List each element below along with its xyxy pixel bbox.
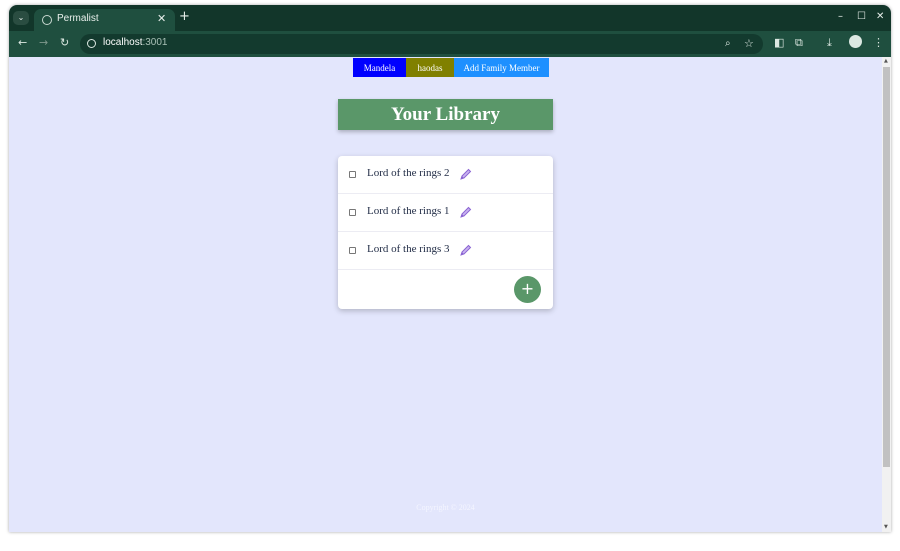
site-info-icon[interactable] xyxy=(87,39,96,48)
library-heading-box: Your Library xyxy=(338,99,553,130)
tab-search-button[interactable]: ⌄ xyxy=(13,11,29,25)
tab-title: Permalist xyxy=(57,13,99,24)
menu-kebab-icon[interactable]: ⋮ xyxy=(873,36,884,50)
browser-window: ⌄ Permalist ✕ + – ☐ ✕ ← → ↻ localhost:30… xyxy=(9,5,891,532)
list-item: Lord of the rings 3 xyxy=(338,232,553,270)
new-tab-button[interactable]: + xyxy=(179,10,190,24)
item-title: Lord of the rings 3 xyxy=(367,243,450,255)
item-title: Lord of the rings 2 xyxy=(367,167,450,179)
address-bar[interactable]: localhost:3001 ⌕ ☆ xyxy=(80,34,763,54)
page-scrollbar[interactable]: ▲ ▼ xyxy=(882,57,891,532)
add-family-member-button[interactable]: Add Family Member xyxy=(454,58,549,77)
scrollbar-thumb[interactable] xyxy=(883,67,890,467)
browser-toolbar: ← → ↻ localhost:3001 ⌕ ☆ ◧ ⧉ ⤓ ⋮ xyxy=(9,31,891,57)
profile-avatar-icon[interactable] xyxy=(849,35,862,48)
scroll-up-arrow-icon[interactable]: ▲ xyxy=(884,58,888,64)
scroll-down-arrow-icon[interactable]: ▼ xyxy=(884,524,888,530)
pencil-icon[interactable] xyxy=(459,243,473,257)
puzzle-icon[interactable]: ⧉ xyxy=(795,36,803,50)
url-text: localhost:3001 xyxy=(103,37,168,48)
bookmark-star-icon[interactable]: ☆ xyxy=(744,37,754,51)
list-item: Lord of the rings 1 xyxy=(338,194,553,232)
globe-icon xyxy=(42,15,52,25)
list-item: Lord of the rings 2 xyxy=(338,156,553,194)
close-window-button[interactable]: ✕ xyxy=(876,11,884,22)
reload-icon[interactable]: ↻ xyxy=(60,36,69,50)
add-item-button[interactable]: + xyxy=(514,276,541,303)
tab-permalist[interactable]: Permalist ✕ xyxy=(34,9,175,31)
footer-copyright: Copyright © 2024 xyxy=(416,503,475,512)
book-list-card: Lord of the rings 2 Lord of the rings 1 … xyxy=(338,156,553,309)
zoom-icon[interactable]: ⌕ xyxy=(725,37,731,51)
item-checkbox[interactable] xyxy=(349,247,356,254)
minimize-button[interactable]: – xyxy=(838,11,843,22)
pencil-icon[interactable] xyxy=(459,205,473,219)
member-button-mandela[interactable]: Mandela xyxy=(353,58,406,77)
tab-close-icon[interactable]: ✕ xyxy=(157,12,166,25)
tab-strip: ⌄ Permalist ✕ + – ☐ ✕ xyxy=(9,5,891,31)
page-title: Your Library xyxy=(391,103,500,125)
item-checkbox[interactable] xyxy=(349,209,356,216)
extension-icon[interactable]: ◧ xyxy=(774,36,784,50)
member-button-haodas[interactable]: haodas xyxy=(406,58,454,77)
page-content: Mandela haodas Add Family Member Your Li… xyxy=(9,57,882,532)
back-icon[interactable]: ← xyxy=(18,36,27,50)
family-member-nav: Mandela haodas Add Family Member xyxy=(353,58,549,77)
forward-icon[interactable]: → xyxy=(39,36,48,50)
item-checkbox[interactable] xyxy=(349,171,356,178)
download-icon[interactable]: ⤓ xyxy=(827,36,832,50)
item-title: Lord of the rings 1 xyxy=(367,205,450,217)
maximize-button[interactable]: ☐ xyxy=(857,11,866,22)
pencil-icon[interactable] xyxy=(459,167,473,181)
